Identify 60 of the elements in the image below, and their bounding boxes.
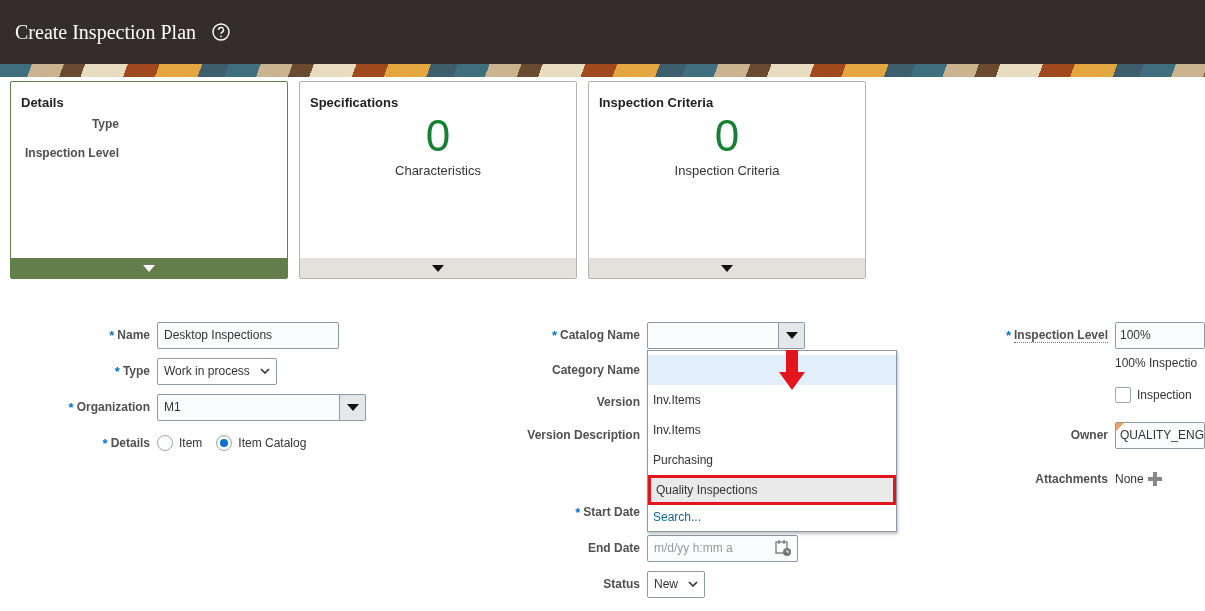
radio-button[interactable] — [216, 435, 233, 451]
chevron-down-icon — [688, 581, 698, 587]
attachments-value: None — [1115, 472, 1144, 486]
radio-button[interactable] — [157, 435, 173, 451]
count-value: 0 — [714, 114, 740, 158]
field-label: * Inspection Level — [1005, 327, 1108, 343]
summary-card[interactable]: Inspection Criteria 0 Inspection Criteria — [588, 81, 866, 279]
card-label: Type — [91, 117, 119, 131]
summary-card[interactable]: Details Type Inspection Level — [10, 81, 288, 279]
card-label: Inspection Level — [24, 146, 119, 160]
expand-triangle-icon[interactable] — [721, 264, 733, 272]
field-label: Version — [596, 395, 640, 409]
field-label: Status — [603, 577, 640, 591]
checkbox-label: Inspection — [1137, 388, 1192, 402]
combo-field[interactable] — [647, 321, 779, 349]
text-field[interactable]: Desktop Inspections — [157, 321, 339, 349]
field-label: Version Description — [527, 428, 640, 442]
dropdown-button[interactable] — [340, 393, 366, 421]
card-title: Details — [21, 95, 65, 110]
dropdown-option[interactable]: Purchasing — [648, 444, 896, 475]
help-icon[interactable] — [212, 23, 231, 41]
expand-triangle-icon[interactable] — [346, 403, 359, 411]
dropdown-option[interactable]: Inv.Items — [648, 414, 896, 445]
select-field[interactable]: New — [647, 570, 705, 598]
radio-label: Item — [179, 436, 203, 450]
field-label: * Type — [114, 363, 150, 379]
summary-card[interactable]: Specifications 0 Characteristics — [299, 81, 577, 279]
radio-label: Item Catalog — [238, 436, 307, 450]
down-arrow-annotation — [779, 349, 805, 390]
checkbox[interactable] — [1115, 387, 1131, 403]
dropdown-option[interactable]: Inv.Items — [648, 384, 896, 415]
chevron-down-icon — [259, 368, 270, 374]
plus-icon[interactable] — [1147, 472, 1162, 486]
select-field[interactable]: Work in process — [157, 357, 277, 385]
level-description: 100% Inspectio — [1115, 356, 1199, 370]
field-label: Attachments — [1035, 472, 1108, 486]
expand-triangle-icon[interactable] — [785, 331, 798, 339]
field-label: End Date — [588, 541, 640, 555]
field-label: * Name — [109, 327, 150, 343]
field-label: * Details — [102, 435, 150, 451]
text-field[interactable]: QUALITY_ENG — [1115, 421, 1205, 449]
empty-option[interactable] — [648, 354, 896, 385]
field-label: * Start Date — [575, 504, 640, 520]
calendar-clock-icon[interactable] — [775, 540, 791, 556]
dropdown-option[interactable]: Quality Inspections — [648, 474, 896, 505]
search-link[interactable]: Search... — [648, 504, 896, 529]
field-label: Owner — [1070, 428, 1108, 442]
field-label: * Catalog Name — [551, 327, 640, 343]
card-title: Inspection Criteria — [599, 95, 715, 110]
count-value: 0 — [425, 114, 451, 158]
field-label: Category Name — [551, 363, 640, 377]
expand-triangle-icon[interactable] — [432, 264, 444, 272]
dropdown-button[interactable] — [779, 321, 805, 349]
page-title: Create Inspection Plan — [15, 20, 197, 44]
count-caption: Inspection Criteria — [674, 163, 780, 178]
card-title: Specifications — [310, 95, 400, 110]
count-caption: Characteristics — [395, 163, 481, 178]
text-field[interactable]: 100% — [1115, 321, 1205, 349]
combo-field[interactable]: M1 — [157, 393, 340, 421]
field-label: * Organization — [68, 399, 150, 415]
